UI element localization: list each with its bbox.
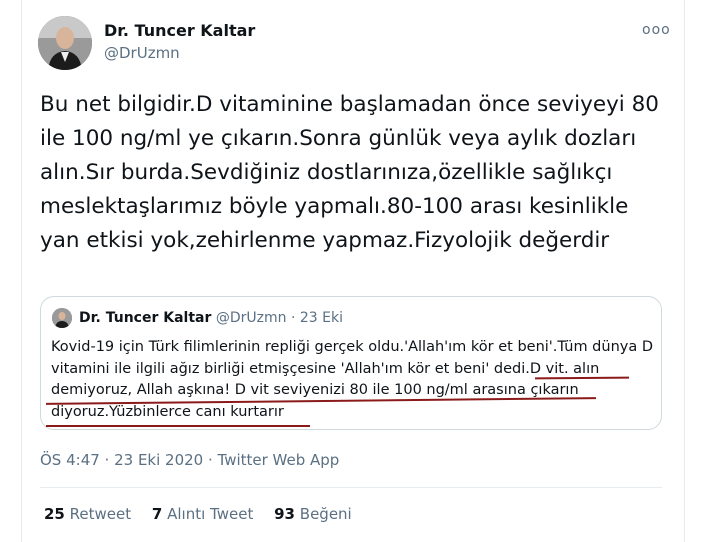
- divider: [40, 487, 662, 488]
- tweet-stats: 25 Retweet 7 Alıntı Tweet 93 Beğeni: [44, 505, 368, 523]
- quoted-header: Dr. Tuncer Kaltar @DrUzmn · 23 Eki: [79, 310, 343, 326]
- quote-tweet-stat[interactable]: 7 Alıntı Tweet: [152, 505, 253, 523]
- quoted-tweet[interactable]: Dr. Tuncer Kaltar @DrUzmn · 23 Eki Kovid…: [40, 296, 662, 430]
- like-label: Beğeni: [299, 505, 352, 523]
- retweet-count: 25: [44, 505, 65, 523]
- author-handle[interactable]: @DrUzmn: [104, 44, 180, 62]
- avatar-photo: [38, 16, 92, 70]
- more-options-icon[interactable]: ooo: [642, 22, 671, 38]
- quoted-avatar-photo: [52, 308, 72, 328]
- author-name[interactable]: Dr. Tuncer Kaltar: [104, 21, 255, 40]
- retweet-stat[interactable]: 25 Retweet: [44, 505, 131, 523]
- quoted-avatar: [52, 308, 72, 328]
- quote-tweet-count: 7: [151, 505, 163, 523]
- quoted-text: Kovid-19 için Türk filimlerinin repliği …: [51, 339, 654, 420]
- like-count: 93: [274, 505, 295, 523]
- quoted-author-name: Dr. Tuncer Kaltar: [79, 310, 212, 326]
- tweet-timestamp[interactable]: ÖS 4:47 · 23 Eki 2020 · Twitter Web App: [40, 451, 339, 469]
- annotation-underline: [46, 425, 310, 427]
- quoted-date: 23 Eki: [299, 310, 343, 326]
- retweet-label: Retweet: [69, 505, 132, 523]
- quoted-author-handle: @DrUzmn: [215, 310, 287, 326]
- tweet-text: Bu net bilgidir.D vitaminine başlamadan …: [40, 92, 659, 253]
- quoted-separator: ·: [290, 310, 296, 326]
- like-stat[interactable]: 93 Beğeni: [274, 505, 352, 523]
- quote-tweet-label: Alıntı Tweet: [167, 505, 254, 523]
- author-avatar[interactable]: [38, 16, 92, 70]
